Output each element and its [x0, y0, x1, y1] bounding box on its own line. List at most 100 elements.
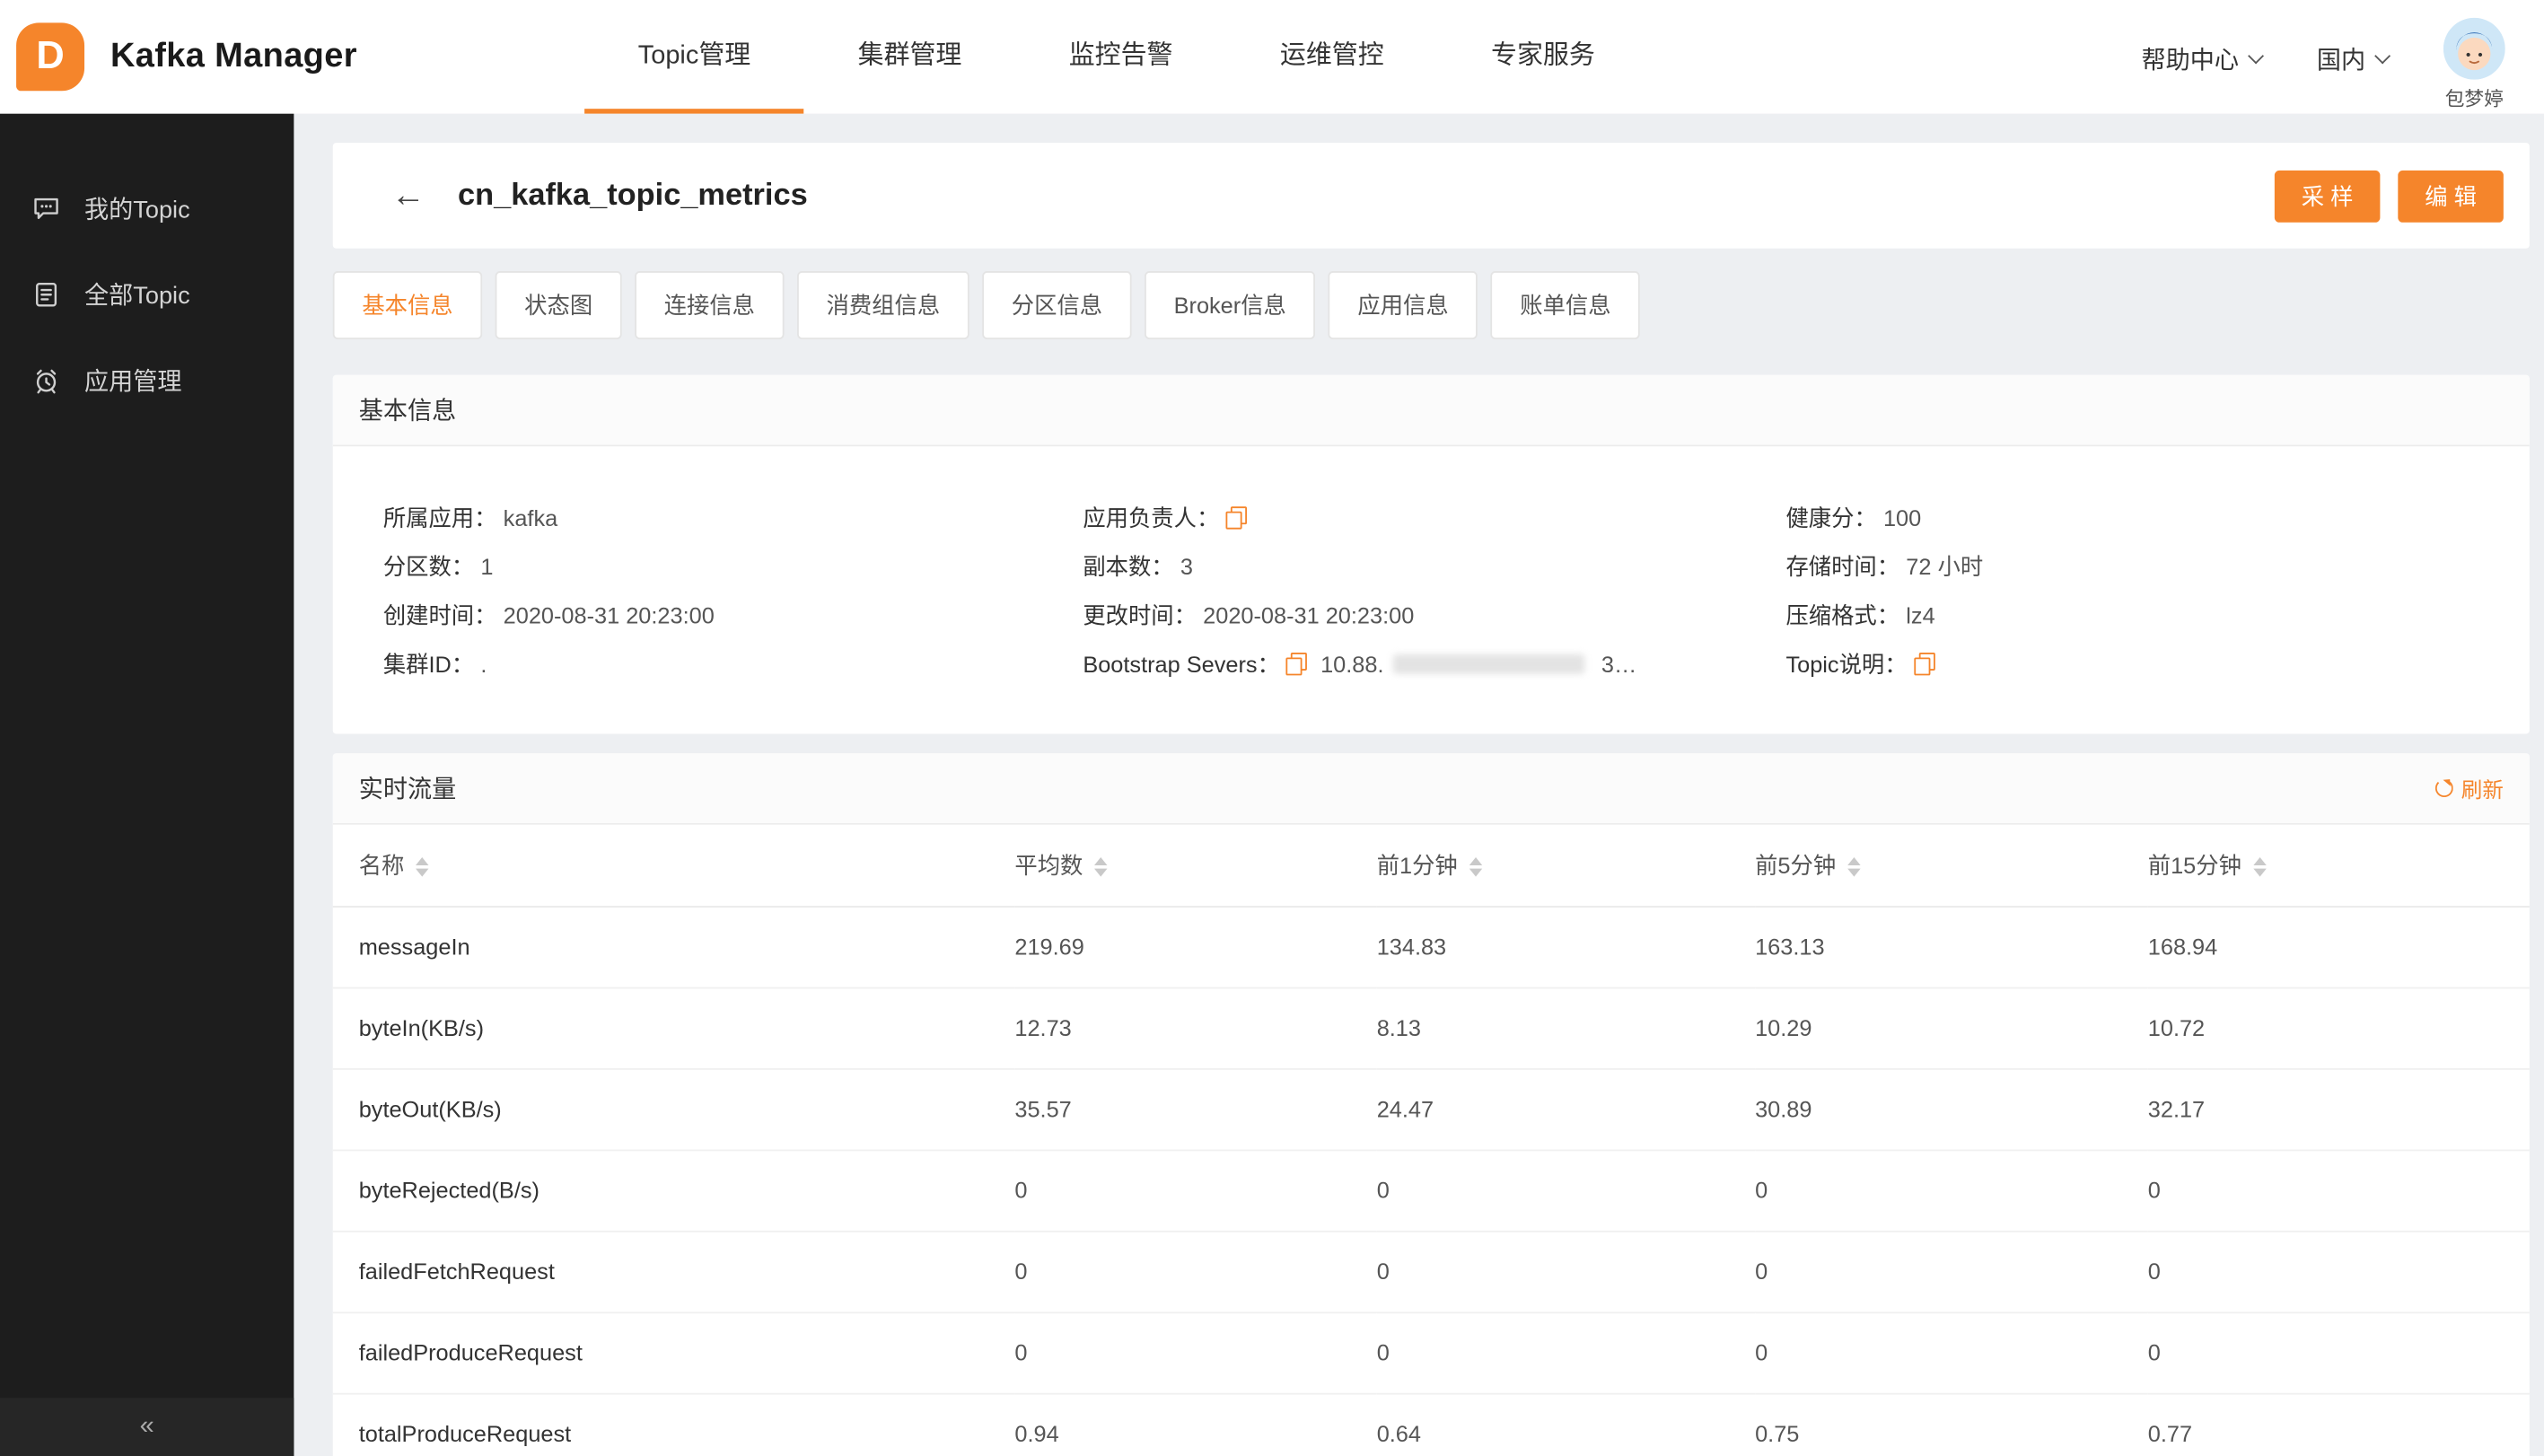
table-row: byteRejected(B/s) 0 0 0 0: [332, 1149, 2530, 1232]
metric-name: byteIn(KB/s): [332, 987, 1015, 1069]
tab-basic-info[interactable]: 基本信息: [332, 271, 483, 339]
nav-ops-control[interactable]: 运维管控: [1280, 0, 1384, 114]
app-logo-icon[interactable]: D: [16, 22, 85, 92]
refresh-icon: [2434, 779, 2453, 798]
avatar-face: [2443, 16, 2505, 79]
field-value: .: [480, 651, 487, 678]
metric-value: 0: [1014, 1311, 1377, 1394]
basic-info-grid: 所属应用： kafka 应用负责人： 健康分： 100 分区数： 1 副本数：: [333, 446, 2530, 733]
metric-value: 0.75: [1755, 1392, 2148, 1456]
copy-icon[interactable]: [1913, 653, 1935, 676]
region-select[interactable]: 国内: [2317, 41, 2391, 75]
sidebar-item-label: 应用管理: [84, 368, 182, 397]
info-field-cluster-id: 集群ID： .: [383, 640, 1083, 689]
column-label: 前5分钟: [1755, 852, 1837, 879]
top-bar-right: 帮助中心 国内 包梦婷: [2141, 3, 2544, 111]
column-header-name[interactable]: 名称: [332, 824, 1015, 908]
basic-info-card: 基本信息 所属应用： kafka 应用负责人： 健康分： 100 分区数： 1: [332, 374, 2530, 734]
field-value-suffix: 3…: [1601, 651, 1637, 678]
section-title: 基本信息: [358, 398, 457, 425]
tab-app-info[interactable]: 应用信息: [1328, 271, 1478, 339]
tab-connection-info[interactable]: 连接信息: [635, 271, 785, 339]
page-title: cn_kafka_topic_metrics: [458, 178, 808, 213]
sort-icon[interactable]: [1469, 856, 1482, 877]
metric-value: 32.17: [2147, 1068, 2530, 1151]
info-field-health-score: 健康分： 100: [1785, 494, 2503, 542]
metric-value: 12.73: [1014, 987, 1377, 1069]
detail-tabs: 基本信息 状态图 连接信息 消费组信息 分区信息 Broker信息 应用信息 账…: [332, 271, 2530, 339]
edit-button[interactable]: 编 辑: [2398, 169, 2504, 222]
realtime-flow-card-header: 实时流量 刷新: [332, 753, 2530, 825]
field-value: 2020-08-31 20:23:00: [1203, 601, 1415, 628]
info-field-modify-time: 更改时间： 2020-08-31 20:23:00: [1083, 591, 1785, 639]
field-label: 集群ID：: [382, 651, 475, 678]
column-header-last-1min[interactable]: 前1分钟: [1376, 824, 1756, 908]
doc-icon: [36, 283, 57, 307]
tab-consumer-group-info[interactable]: 消费组信息: [797, 271, 969, 339]
redacted-value: [1393, 653, 1585, 674]
metric-value: 0: [1014, 1149, 1377, 1232]
app-title: Kafka Manager: [110, 37, 357, 75]
copy-icon[interactable]: [1225, 506, 1248, 530]
nav-cluster-management[interactable]: 集群管理: [858, 0, 962, 114]
column-label: 平均数: [1014, 852, 1083, 879]
help-center-link[interactable]: 帮助中心: [2141, 41, 2264, 75]
refresh-button[interactable]: 刷新: [2434, 773, 2504, 803]
sort-icon[interactable]: [1847, 856, 1861, 877]
metric-name: byteRejected(B/s): [332, 1149, 1015, 1232]
page-actions: 采 样 编 辑: [2274, 169, 2504, 222]
field-value: kafka: [503, 504, 558, 531]
sidebar-item-app-management[interactable]: 应用管理: [0, 338, 294, 424]
metrics-table: 名称 平均数 前1分钟 前5分钟 前15分钟 messageIn 219.69 …: [332, 824, 2530, 1456]
metric-value: 0: [1376, 1311, 1756, 1394]
sort-icon[interactable]: [1093, 856, 1108, 877]
field-value: lz4: [1906, 601, 1935, 628]
metric-name: byteOut(KB/s): [332, 1068, 1015, 1151]
nav-topic-management[interactable]: Topic管理: [583, 0, 805, 114]
field-label: 健康分：: [1785, 504, 1877, 531]
column-header-average[interactable]: 平均数: [1014, 824, 1377, 908]
metric-name: failedProduceRequest: [332, 1311, 1015, 1394]
nav-expert-service[interactable]: 专家服务: [1491, 0, 1595, 114]
metric-value: 0.77: [2147, 1392, 2530, 1456]
back-button[interactable]: ←: [391, 179, 425, 213]
nav-monitor-alert[interactable]: 监控告警: [1069, 0, 1173, 114]
sidebar-item-label: 全部Topic: [84, 282, 190, 311]
sort-icon[interactable]: [416, 856, 429, 877]
column-header-last-5min[interactable]: 前5分钟: [1755, 824, 2148, 908]
copy-icon[interactable]: [1286, 653, 1308, 676]
table-row: totalProduceRequest 0.94 0.64 0.75 0.77: [332, 1392, 2530, 1456]
info-field-retention: 存储时间： 72 小时: [1785, 542, 2503, 591]
field-value: 10.88.: [1320, 651, 1384, 678]
metric-value: 10.29: [1755, 987, 2148, 1069]
alarm-icon: [36, 369, 57, 394]
column-label: 前1分钟: [1376, 852, 1458, 879]
metric-value: 0: [1755, 1149, 2148, 1232]
metric-name: messageIn: [332, 906, 1015, 988]
top-nav: Topic管理 集群管理 监控告警 运维管控 专家服务: [583, 0, 1648, 114]
tab-broker-info[interactable]: Broker信息: [1145, 271, 1316, 339]
field-label: 创建时间：: [382, 601, 497, 628]
page-header-card: ← cn_kafka_topic_metrics 采 样 编 辑: [332, 143, 2530, 249]
avatar[interactable]: [2443, 16, 2505, 79]
column-label: 名称: [358, 852, 405, 879]
metric-value: 0: [2147, 1149, 2530, 1232]
column-header-last-15min[interactable]: 前15分钟: [2147, 824, 2530, 908]
tab-partition-info[interactable]: 分区信息: [982, 271, 1132, 339]
sidebar-item-all-topic[interactable]: 全部Topic: [0, 251, 294, 338]
main-content: ← cn_kafka_topic_metrics 采 样 编 辑 基本信息 状态…: [294, 114, 2544, 1456]
tab-status-chart[interactable]: 状态图: [495, 271, 622, 339]
section-title: 实时流量: [358, 776, 457, 804]
metric-value: 30.89: [1755, 1068, 2148, 1151]
info-field-replica-count: 副本数： 3: [1083, 542, 1785, 591]
sidebar-collapse-button[interactable]: «: [0, 1398, 294, 1456]
metric-value: 0: [1755, 1311, 2148, 1394]
sort-icon[interactable]: [2252, 856, 2267, 877]
user-menu[interactable]: 包梦婷: [2443, 16, 2505, 111]
sidebar: 我的Topic 全部Topic 应用管理 «: [0, 113, 294, 1456]
tab-bill-info[interactable]: 账单信息: [1490, 271, 1641, 339]
sample-button[interactable]: 采 样: [2274, 169, 2381, 222]
sidebar-item-my-topic[interactable]: 我的Topic: [0, 165, 294, 251]
metric-value: 0: [1755, 1230, 2148, 1313]
username-label: 包梦婷: [2444, 86, 2504, 110]
